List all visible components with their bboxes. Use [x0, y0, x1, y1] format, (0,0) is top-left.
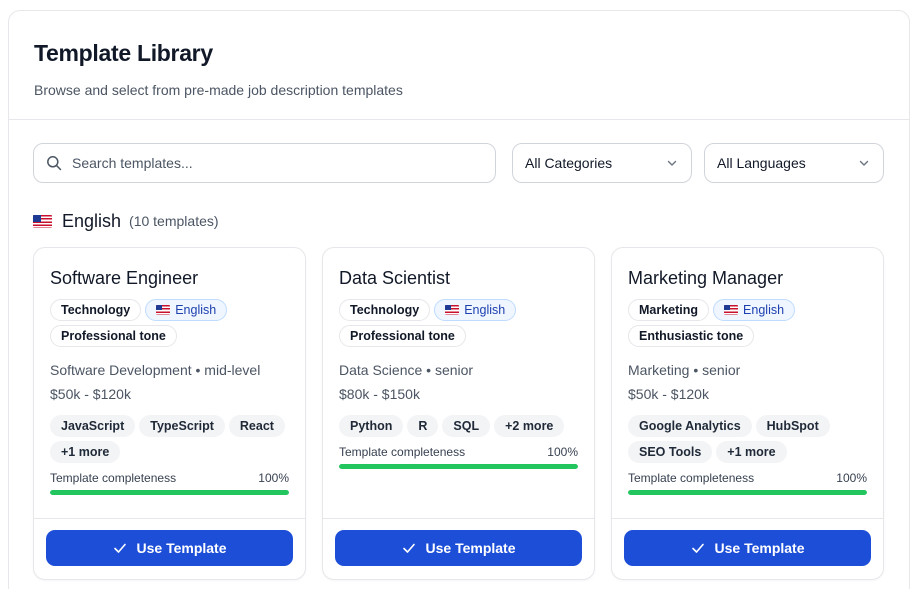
completeness-row: Template completeness 100%	[339, 445, 578, 459]
template-card: Data Scientist Technology English Profes…	[322, 247, 595, 580]
card-tags: Technology English Professional tone	[50, 299, 300, 347]
card-title: Data Scientist	[339, 268, 451, 288]
template-card: Software Engineer Technology English Pro…	[33, 247, 306, 580]
chevron-down-icon	[667, 160, 677, 166]
skill-chip: TypeScript	[139, 415, 225, 437]
check-icon	[402, 543, 415, 553]
completeness-label: Template completeness	[628, 471, 755, 485]
card-salary: $50k - $120k	[50, 386, 131, 402]
category-tag: Technology	[50, 299, 142, 321]
skill-chip: SEO Tools	[628, 441, 713, 463]
use-template-button[interactable]: Use Template	[46, 530, 293, 566]
us-flag-icon	[724, 305, 739, 315]
group-count: (10 templates)	[129, 213, 219, 229]
page-title: Template Library	[34, 40, 213, 66]
skill-list: Google Analytics HubSpot SEO Tools +1 mo…	[628, 415, 878, 463]
skill-chip: HubSpot	[755, 415, 830, 437]
skill-chip: R	[407, 415, 439, 437]
card-meta: Data Science • senior	[339, 362, 474, 378]
completeness-bar-fill	[628, 490, 867, 495]
tone-tag: Professional tone	[50, 325, 177, 347]
search-input[interactable]	[72, 155, 472, 171]
card-salary: $80k - $150k	[339, 386, 420, 402]
use-template-label: Use Template	[136, 540, 227, 556]
skill-chip: React	[228, 415, 285, 437]
card-salary: $50k - $120k	[628, 386, 709, 402]
tone-tag: Professional tone	[339, 325, 466, 347]
skill-chip: Google Analytics	[628, 415, 752, 437]
us-flag-icon	[156, 305, 171, 315]
more-skills-chip: +1 more	[716, 441, 787, 463]
language-group-header: English (10 templates)	[33, 209, 219, 233]
language-select-value: All Languages	[717, 155, 806, 171]
group-name: English	[62, 210, 122, 231]
check-icon	[691, 543, 704, 553]
card-tags: Technology English Professional tone	[339, 299, 589, 347]
chevron-down-icon	[859, 160, 869, 166]
language-select[interactable]: All Languages	[704, 143, 884, 183]
completeness-row: Template completeness 100%	[50, 471, 289, 485]
completeness-label: Template completeness	[50, 471, 177, 485]
card-tags: Marketing English Enthusiastic tone	[628, 299, 878, 347]
skill-chip: Python	[339, 415, 404, 437]
skill-chip: SQL	[442, 415, 491, 437]
category-tag: Marketing	[628, 299, 710, 321]
language-tag-label: English	[175, 303, 217, 317]
more-skills-chip: +2 more	[494, 415, 565, 437]
use-template-label: Use Template	[425, 540, 516, 556]
language-tag: English	[434, 299, 517, 321]
completeness-bar-fill	[50, 490, 289, 495]
category-select-value: All Categories	[525, 155, 613, 171]
card-title: Marketing Manager	[628, 268, 784, 288]
completeness-label: Template completeness	[339, 445, 466, 459]
completeness-value: 100%	[836, 471, 867, 485]
skill-list: JavaScript TypeScript React +1 more	[50, 415, 300, 463]
completeness-bar	[628, 490, 867, 495]
us-flag-icon	[445, 305, 460, 315]
card-meta: Marketing • senior	[628, 362, 741, 378]
category-select[interactable]: All Categories	[512, 143, 692, 183]
language-tag-label: English	[743, 303, 785, 317]
completeness-bar	[50, 490, 289, 495]
use-template-button[interactable]: Use Template	[335, 530, 582, 566]
us-flag-icon	[33, 214, 52, 228]
category-tag: Technology	[339, 299, 431, 321]
tone-tag: Enthusiastic tone	[628, 325, 755, 347]
skill-list: Python R SQL +2 more	[339, 415, 589, 437]
use-template-button[interactable]: Use Template	[624, 530, 871, 566]
language-tag-label: English	[464, 303, 506, 317]
template-library-panel: Template Library Browse and select from …	[8, 10, 910, 589]
filter-bar: All Categories All Languages	[33, 143, 885, 183]
search-box[interactable]	[33, 143, 496, 183]
language-tag: English	[145, 299, 228, 321]
card-meta: Software Development • mid-level	[50, 362, 261, 378]
skill-chip: JavaScript	[50, 415, 136, 437]
panel-header: Template Library Browse and select from …	[9, 11, 909, 120]
completeness-bar	[339, 464, 578, 469]
completeness-bar-fill	[339, 464, 578, 469]
more-skills-chip: +1 more	[50, 441, 121, 463]
template-card: Marketing Manager Marketing English Enth…	[611, 247, 884, 580]
completeness-value: 100%	[258, 471, 289, 485]
completeness-value: 100%	[547, 445, 578, 459]
card-title: Software Engineer	[50, 268, 199, 288]
check-icon	[113, 543, 126, 553]
page-subtitle: Browse and select from pre-made job desc…	[34, 82, 403, 98]
use-template-label: Use Template	[714, 540, 805, 556]
language-tag: English	[713, 299, 796, 321]
completeness-row: Template completeness 100%	[628, 471, 867, 485]
search-icon	[47, 156, 62, 171]
